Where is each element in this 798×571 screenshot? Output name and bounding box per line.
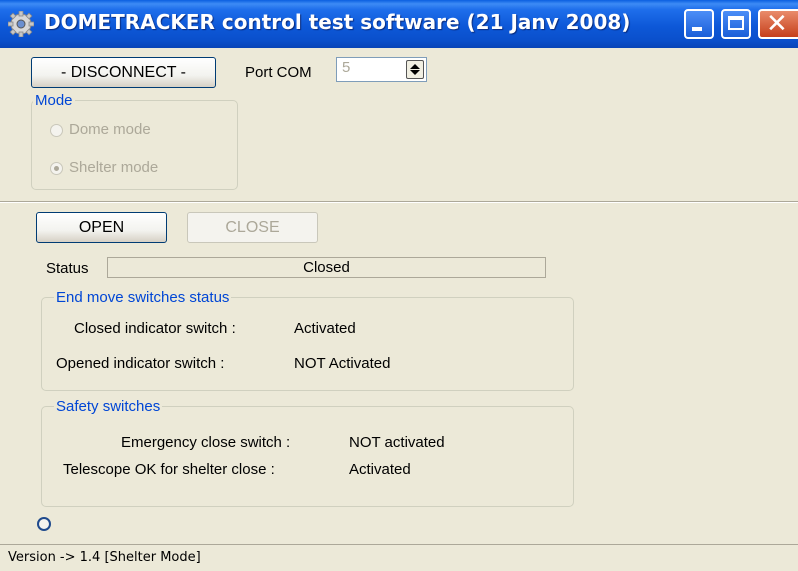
- safety-switches-legend: Safety switches: [54, 398, 163, 415]
- shelter-mode-radio[interactable]: [50, 162, 63, 175]
- emergency-close-value: NOT activated: [349, 434, 445, 451]
- minimize-button[interactable]: [684, 9, 714, 39]
- emergency-close-label: Emergency close switch :: [121, 434, 291, 451]
- port-com-label: Port COM: [245, 64, 312, 81]
- closed-indicator-label: Closed indicator switch :: [74, 320, 236, 337]
- window-title: DOMETRACKER control test software (21 Ja…: [44, 10, 631, 34]
- shelter-mode-label: Shelter mode: [69, 159, 159, 176]
- port-com-spinner[interactable]: 5: [336, 57, 427, 82]
- close-shelter-button[interactable]: CLOSE: [187, 212, 318, 243]
- spinner-updown-icon[interactable]: [406, 60, 424, 79]
- status-label: Status: [46, 260, 89, 277]
- close-button[interactable]: ✕: [758, 9, 798, 39]
- end-move-switches-legend: End move switches status: [54, 289, 232, 306]
- app-window: DOMETRACKER control test software (21 Ja…: [0, 0, 798, 571]
- title-bar[interactable]: DOMETRACKER control test software (21 Ja…: [0, 0, 798, 48]
- maximize-icon: [728, 16, 744, 30]
- disconnect-button[interactable]: - DISCONNECT -: [31, 57, 216, 88]
- dome-mode-radio[interactable]: [50, 124, 63, 137]
- opened-indicator-value: NOT Activated: [294, 355, 391, 372]
- opened-indicator-label: Opened indicator switch :: [56, 355, 225, 372]
- status-value: Closed: [107, 257, 546, 278]
- port-com-value: 5: [342, 59, 351, 76]
- closed-indicator-value: Activated: [294, 320, 356, 337]
- status-bar: Version -> 1.4 [Shelter Mode]: [0, 544, 798, 571]
- connection-led-icon: [37, 517, 51, 531]
- section-divider: [0, 201, 798, 203]
- client-area: - DISCONNECT - Port COM 5 Mode Dome mode…: [0, 48, 798, 571]
- mode-group: [31, 100, 238, 190]
- safety-switches-group: [41, 406, 574, 507]
- gear-icon: [8, 11, 34, 37]
- dome-mode-label: Dome mode: [69, 121, 151, 138]
- close-icon: ✕: [766, 9, 788, 39]
- telescope-ok-value: Activated: [349, 461, 411, 478]
- end-move-switches-group: [41, 297, 574, 391]
- mode-legend: Mode: [33, 92, 75, 109]
- maximize-button[interactable]: [721, 9, 751, 39]
- minimize-icon: [692, 27, 702, 31]
- version-text: Version -> 1.4 [Shelter Mode]: [8, 550, 201, 565]
- telescope-ok-label: Telescope OK for shelter close :: [63, 461, 275, 478]
- open-button[interactable]: OPEN: [36, 212, 167, 243]
